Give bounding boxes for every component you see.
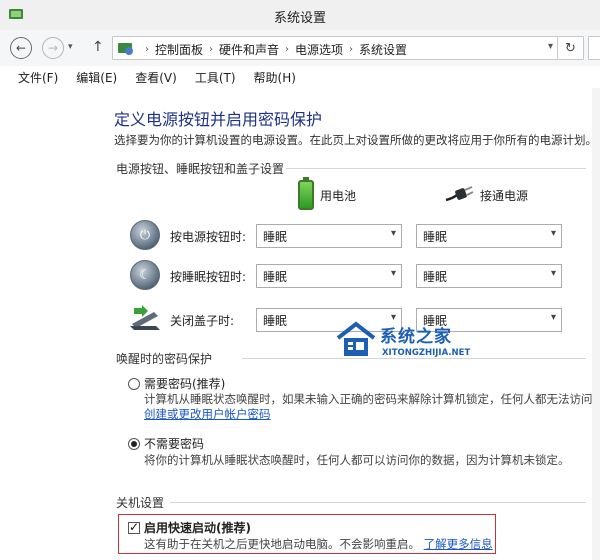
require-password-radio[interactable]: 需要密码(推荐) <box>128 375 225 392</box>
radio-button[interactable] <box>128 377 140 390</box>
sleep-button-icon: ☾ <box>130 260 160 290</box>
navigation-bar: ← → ▾ ↑ › 控制面板 › 硬件和声音 › 电源选项 › 系统设置 ▾ ↻ <box>0 30 600 66</box>
require-password-desc: 计算机从睡眠状态唤醒时，如果未输入正确的密码来解除计算机锁定，任何人都无法访问 <box>144 392 593 406</box>
fast-startup-desc: 这有助于在关机之后更快地启动电脑。不会影响重启。 了解更多信息 <box>144 536 493 552</box>
chevron-down-icon: ▾ <box>390 228 396 239</box>
select-value: 睡眠 <box>263 230 288 244</box>
window-title: 系统设置 <box>273 11 326 26</box>
sleep-button-plugged-select[interactable]: 睡眠 ▾ <box>416 264 562 288</box>
power-plug-icon <box>445 186 474 202</box>
watermark-subtext: XITONGZHIJIA.NET <box>382 348 471 358</box>
menu-edit[interactable]: 编辑(E) <box>74 67 119 88</box>
page-description: 选择要为你的计算机设置的电源设置。在此页上对设置所做的更改将应用于你所有的电源计… <box>114 133 597 147</box>
power-button-row: ⏻ 按电源按钮时: 睡眠 ▾ 睡眠 ▾ <box>0 220 600 254</box>
wake-password-section-title: 唤醒时的密码保护 <box>116 352 213 366</box>
breadcrumb: › 控制面板 › 硬件和声音 › 电源选项 › 系统设置 <box>139 41 407 58</box>
chevron-down-icon[interactable]: ▾ <box>548 41 553 52</box>
divider <box>286 168 586 169</box>
shutdown-section-title: 关机设置 <box>116 496 165 510</box>
title-bar: 系统设置 <box>0 0 600 30</box>
power-button-battery-select[interactable]: 睡眠 ▾ <box>256 224 402 248</box>
select-value: 睡眠 <box>423 230 448 244</box>
control-panel-icon <box>118 43 133 55</box>
chevron-right-icon: › <box>285 44 290 55</box>
change-password-link[interactable]: 创建或更改用户帐户密码 <box>144 406 271 422</box>
lid-close-label: 关闭盖子时: <box>170 314 235 328</box>
watermark-text: 系统之家 <box>380 327 452 347</box>
battery-column-label: 用电池 <box>320 188 357 203</box>
forward-button[interactable]: → <box>42 37 64 59</box>
power-button-plugged-select[interactable]: 睡眠 ▾ <box>416 224 562 248</box>
chevron-down-icon: ▾ <box>550 312 556 323</box>
main-content: 定义电源按钮并启用密码保护 选择要为你的计算机设置的电源设置。在此页上对设置所做… <box>0 88 600 560</box>
no-password-desc: 将你的计算机从睡眠状态唤醒时，任何人都可以访问你的数据，因为计算机未锁定。 <box>144 453 570 467</box>
scrollbar[interactable] <box>592 88 600 560</box>
sleep-button-label: 按睡眠按钮时: <box>170 270 247 284</box>
menu-tools[interactable]: 工具(T) <box>193 67 238 88</box>
sleep-button-battery-select[interactable]: 睡眠 ▾ <box>256 264 402 288</box>
plugged-column-label: 接通电源 <box>480 188 529 203</box>
no-password-label[interactable]: 不需要密码 <box>144 435 204 452</box>
fast-startup-desc-text: 这有助于在关机之后更快地启动电脑。不会影响重启。 <box>144 537 420 551</box>
select-value: 睡眠 <box>263 314 288 328</box>
address-bar[interactable]: › 控制面板 › 硬件和声音 › 电源选项 › 系统设置 ▾ <box>112 36 558 60</box>
power-button-label: 按电源按钮时: <box>170 230 247 244</box>
chevron-right-icon: › <box>145 44 149 55</box>
refresh-button[interactable]: ↻ <box>558 36 584 60</box>
divider <box>170 502 586 503</box>
no-password-radio[interactable]: 不需要密码 <box>128 435 204 452</box>
power-button-icon: ⏻ <box>130 220 160 250</box>
search-input[interactable] <box>588 36 600 60</box>
fast-startup-checkbox-row[interactable]: 启用快速启动(推荐) <box>128 519 251 536</box>
radio-button[interactable] <box>128 437 140 450</box>
house-logo-icon <box>336 321 376 356</box>
sleep-button-row: ☾ 按睡眠按钮时: 睡眠 ▾ 睡眠 ▾ <box>0 260 600 294</box>
battery-icon <box>298 177 314 210</box>
chevron-down-icon: ▾ <box>550 268 556 279</box>
menu-help[interactable]: 帮助(H) <box>252 67 298 88</box>
power-buttons-section-title: 电源按钮、睡眠按钮和盖子设置 <box>116 162 285 176</box>
watermark: 系统之家 XITONGZHIJIA.NET <box>334 320 494 368</box>
recent-locations-icon[interactable]: ▾ <box>68 42 73 52</box>
fast-startup-label[interactable]: 启用快速启动(推荐) <box>144 519 251 536</box>
fast-startup-checkbox[interactable] <box>128 520 140 534</box>
laptop-lid-icon <box>130 305 160 330</box>
breadcrumb-item[interactable]: 硬件和声音 <box>219 41 279 58</box>
lid-close-row: 关闭盖子时: 睡眠 ▾ 睡眠 ▾ <box>0 304 600 338</box>
select-value: 睡眠 <box>423 270 448 284</box>
menu-view[interactable]: 查看(V) <box>133 67 179 88</box>
chevron-down-icon: ▾ <box>390 268 396 279</box>
page-title: 定义电源按钮并启用密码保护 <box>114 110 323 129</box>
chevron-right-icon: › <box>349 44 354 55</box>
plugged-column-header: 接通电源 <box>444 186 528 204</box>
breadcrumb-item[interactable]: 电源选项 <box>295 41 343 58</box>
battery-column-header: 用电池 <box>298 177 357 210</box>
up-arrow-icon[interactable]: ↑ <box>92 39 104 55</box>
select-value: 睡眠 <box>263 270 288 284</box>
learn-more-link[interactable]: 了解更多信息 <box>424 537 493 551</box>
chevron-down-icon: ▾ <box>550 228 556 239</box>
require-password-label[interactable]: 需要密码(推荐) <box>144 375 225 392</box>
breadcrumb-item[interactable]: 系统设置 <box>359 41 407 58</box>
back-button[interactable]: ← <box>10 37 32 59</box>
breadcrumb-item[interactable]: 控制面板 <box>155 41 203 58</box>
menu-bar: 文件(F) 编辑(E) 查看(V) 工具(T) 帮助(H) <box>0 66 600 88</box>
chevron-right-icon: › <box>209 44 214 55</box>
menu-file[interactable]: 文件(F) <box>16 67 60 88</box>
